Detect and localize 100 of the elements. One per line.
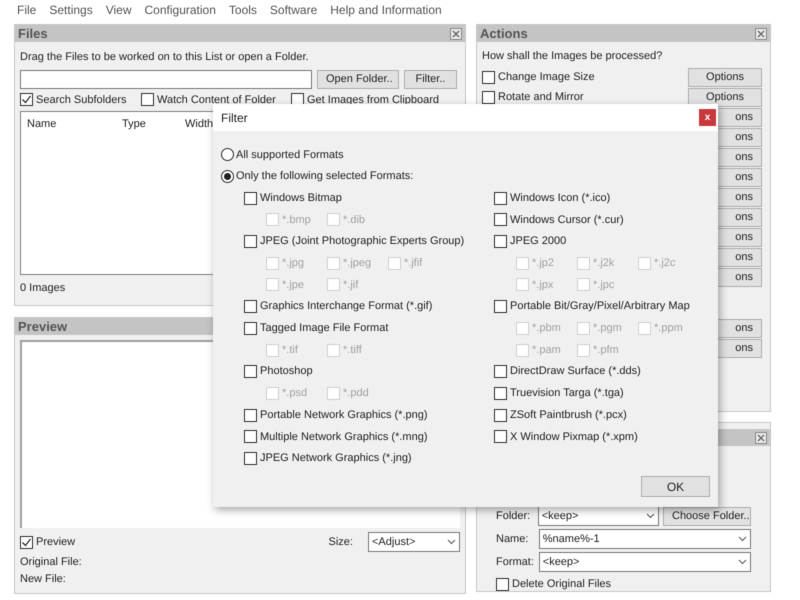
checkbox-label: DirectDraw Surface (*.dds) [510,364,641,380]
column-header[interactable]: Type [116,116,173,132]
checkbox-label: Tagged Image File Format [260,321,388,336]
chevron-down-icon [738,559,747,565]
field-label: Folder: [496,508,532,524]
menu-item[interactable]: Tools [228,0,257,18]
checkbox[interactable] [494,365,507,378]
button[interactable]: Options [688,68,762,86]
checkbox-label: *.dib [343,212,366,228]
chevron-down-icon [738,536,747,542]
checkbox-label: *.jpx [532,278,554,293]
checkbox-label: JPEG 2000 [510,234,566,250]
button[interactable]: Choose Folder.. [663,506,751,526]
checkbox-label: Windows Icon (*.ico) [510,190,610,206]
dropdown[interactable]: <keep> [538,506,659,526]
checkbox-label: *.pdd [343,386,369,402]
menu-item[interactable]: Settings [49,0,93,18]
checkbox-label: ZSoft Paintbrush (*.pcx) [510,408,627,423]
menu-item[interactable]: Configuration [144,0,216,18]
checkbox[interactable] [494,235,507,248]
checkbox[interactable] [244,192,257,205]
checkbox-label: Watch Content of Folder [157,92,276,108]
checkbox[interactable] [244,408,257,422]
close-icon[interactable] [755,28,767,40]
column-header[interactable]: Name [21,116,116,132]
dialog-title: Filter [221,110,248,126]
dropdown[interactable]: <keep> [538,552,751,572]
checkbox[interactable] [494,300,507,314]
checkbox-label: *.jfif [404,256,422,272]
checkbox[interactable] [244,430,257,444]
close-button[interactable]: x [699,109,716,126]
checkbox-label: Search Subfolders [36,92,126,108]
checkbox-label: *.pam [532,342,561,358]
checkbox-label: Windows Cursor (*.cur) [510,212,624,228]
image-count: 0 Images [20,281,66,296]
checkbox[interactable] [494,192,507,205]
checkbox-label: *.jpg [282,256,304,272]
checkbox-label: JPEG (Joint Photographic Experts Group) [260,234,464,250]
checkbox-label: *.tiff [343,342,362,358]
checkbox-label: Rotate and Mirror [498,90,584,105]
checkbox-label: Portable Bit/Gray/Pixel/Arbitrary Map [510,299,690,314]
checkbox[interactable] [141,93,154,106]
checkbox[interactable] [244,365,257,378]
checkbox[interactable] [496,578,509,591]
radio-button[interactable] [221,148,234,162]
menu-item[interactable]: Help and Information [330,0,442,18]
menu-item[interactable]: File [17,0,36,18]
checkbox-label: JPEG Network Graphics (*.jng) [260,451,412,466]
checkbox-label: *.bmp [282,212,311,228]
checkbox[interactable] [244,452,257,465]
checkbox-label: Delete Original Files [512,577,612,592]
checkbox-label: *.tif [282,342,298,358]
checkbox-label: Windows Bitmap [260,190,342,206]
panel-title: Files [18,24,48,43]
checkbox[interactable] [20,93,33,106]
folder-field[interactable] [20,70,312,88]
checkbox-label: Photoshop [260,364,313,380]
panel-title: Preview [18,318,68,336]
checkbox[interactable] [20,536,33,548]
checkbox-label: *.pgm [593,321,622,336]
checkbox[interactable] [244,322,257,335]
menu-item[interactable]: View [106,0,132,18]
checkbox-label: *.jpeg [343,256,372,272]
checkbox-label: Preview [36,534,76,550]
checkbox-label: *.j2c [654,256,676,272]
dropdown[interactable]: %name%-1 [538,529,751,549]
button[interactable]: Options [688,88,762,106]
button[interactable]: Filter.. [404,70,457,88]
checkbox-label: *.j2k [593,256,614,272]
checkbox-label: Get Images from Clipboard [307,92,440,108]
original-file-label: Original File: [20,555,83,570]
field-label: Format: [496,554,535,570]
radio-label: All supported Formats [236,148,344,163]
menu-item[interactable]: Software [270,0,318,18]
new-file-label: New File: [20,572,67,586]
checkbox-label: Portable Network Graphics (*.png) [260,408,428,423]
field-label: Name: [496,532,530,547]
radio-label: Only the following selected Formats: [236,169,414,184]
checkbox[interactable] [494,213,507,226]
checkbox[interactable] [494,386,507,400]
close-icon[interactable] [755,432,767,444]
hint-text: Drag the Files to be worked on to this List or open a Folder. [20,50,310,65]
button[interactable]: Open Folder.. [317,70,399,88]
checkbox-label: *.psd [282,386,308,402]
ok-button[interactable]: OK [641,476,710,497]
radio-button[interactable] [221,170,234,184]
checkbox-label: Graphics Interchange Format (*.gif) [260,299,432,314]
panel-title: Actions [480,24,528,43]
close-icon[interactable] [450,28,462,40]
checkbox-label: *.jp2 [532,256,554,272]
checkbox[interactable] [244,300,257,314]
checkbox[interactable] [494,430,507,444]
checkbox[interactable] [244,235,257,248]
checkbox[interactable] [482,70,495,84]
checkbox[interactable] [482,90,495,104]
checkbox[interactable] [494,408,507,422]
checkbox-label: *.jif [343,278,358,293]
checkbox-label: Change Image Size [498,70,595,85]
checkbox-label: *.jpe [282,278,304,293]
dropdown[interactable]: <Adjust> [368,532,460,552]
